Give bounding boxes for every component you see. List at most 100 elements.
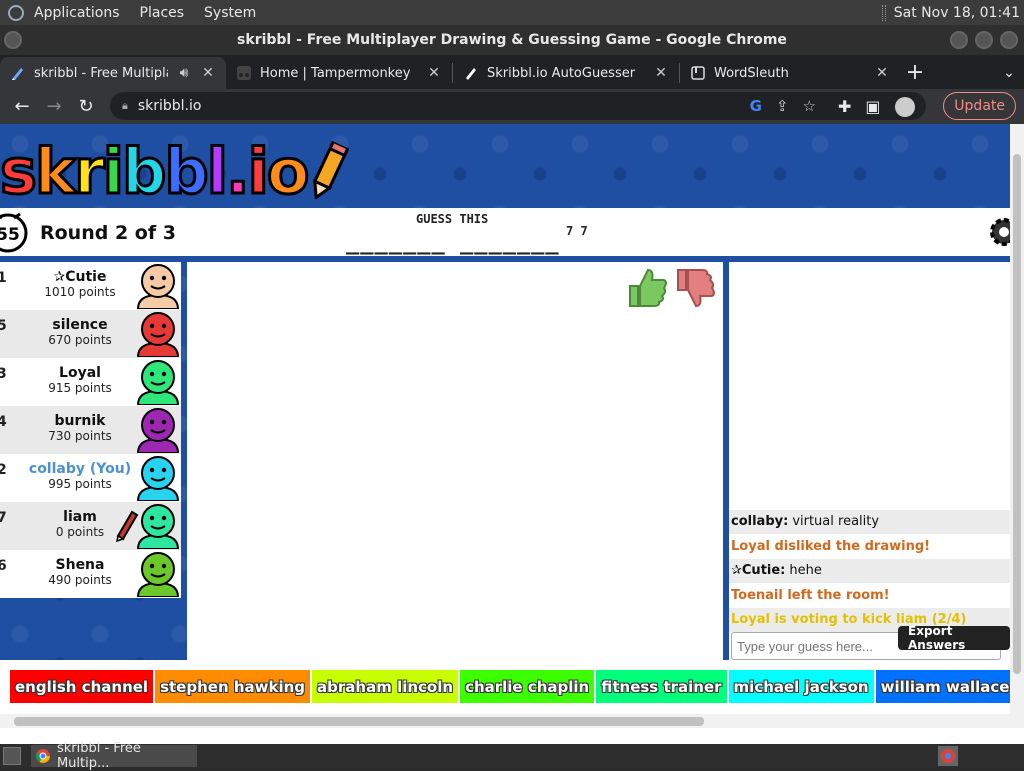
tab-search-button[interactable]: ⌄ xyxy=(994,65,1024,81)
os-top-panel: Applications Places System Sat Nov 18, 0… xyxy=(0,0,1024,25)
timer-clock-icon: 55 xyxy=(0,212,28,253)
menu-places[interactable]: Places xyxy=(138,5,187,21)
reload-button[interactable]: ↻ xyxy=(70,93,102,121)
player-avatar-icon xyxy=(136,408,180,453)
extensions-puzzle-icon[interactable]: ✚ xyxy=(838,97,851,116)
chat-message: Loyal disliked the drawing! xyxy=(729,534,1010,559)
bookmark-star-icon[interactable]: ☆ xyxy=(803,97,816,115)
chat-message: Toenail left the room! xyxy=(729,583,1010,608)
word-suggestion-button[interactable]: fitness trainer xyxy=(596,670,727,703)
os-logo-icon[interactable] xyxy=(8,4,24,21)
maximize-button[interactable] xyxy=(975,31,993,49)
tab-title: skribbl - Free Multiplayer Drawing xyxy=(34,65,168,81)
player-row[interactable]: 2 collaby (You) 995 points xyxy=(0,454,181,502)
window-title: skribbl - Free Multiplayer Drawing & Gue… xyxy=(237,32,787,48)
close-tab-icon[interactable]: ✕ xyxy=(653,65,669,81)
scroll-thumb[interactable] xyxy=(1013,154,1021,674)
scroll-thumb[interactable] xyxy=(14,717,704,726)
chat-system-text: Loyal disliked the drawing! xyxy=(731,538,931,554)
logo-letter: r xyxy=(73,134,107,210)
new-tab-button[interactable]: + xyxy=(900,60,930,85)
tab-autoguesser[interactable]: Skribbl.io AutoGuesser ✕ xyxy=(453,57,679,89)
thumbs-up-icon[interactable] xyxy=(626,266,668,310)
tab-skribbl[interactable]: skribbl - Free Multiplayer Drawing 🔊︎ ✕ xyxy=(0,57,226,89)
back-button[interactable]: ← xyxy=(6,93,38,121)
logo-letter: . xyxy=(225,134,251,210)
player-avatar-icon xyxy=(136,360,180,405)
chat-author: ✰Cutie: xyxy=(731,563,786,579)
chat-panel: collaby: virtual reality Loyal disliked th… xyxy=(729,262,1010,660)
close-window-button[interactable] xyxy=(1000,31,1018,49)
thumbs-down-icon[interactable] xyxy=(674,266,716,310)
player-row[interactable]: 3 Loyal 915 points xyxy=(0,358,181,406)
drawing-canvas[interactable] xyxy=(187,262,723,662)
player-row[interactable]: 4 burnik 730 points xyxy=(0,406,181,454)
logo-letter: i xyxy=(101,134,125,210)
tab-wordsleuth[interactable]: WordSleuth ✕ xyxy=(680,57,900,89)
forward-button[interactable]: → xyxy=(38,93,70,121)
tab-title: Skribbl.io AutoGuesser xyxy=(487,65,636,81)
tab-tampermonkey[interactable]: Home | Tampermonkey ✕ xyxy=(226,57,452,89)
player-row[interactable]: 5 silence 670 points xyxy=(0,310,181,358)
close-tab-icon[interactable]: ✕ xyxy=(426,65,442,81)
word-suggestion-button[interactable]: stephen hawking xyxy=(155,670,311,703)
player-row[interactable]: 1 ✰Cutie 1010 points xyxy=(0,262,181,310)
clock[interactable]: Sat Nov 18, 01:41 xyxy=(894,5,1020,21)
word-suggestion-button[interactable]: english channel xyxy=(10,670,154,703)
update-button[interactable]: Update xyxy=(943,92,1016,120)
vertical-scrollbar[interactable] xyxy=(1010,124,1024,714)
word-hint-blanks: _______ _______ xyxy=(346,230,560,255)
window-menu-button[interactable] xyxy=(4,31,22,49)
timer-value: 55 xyxy=(0,225,20,245)
settings-gear-icon[interactable] xyxy=(984,212,1010,252)
word-suggestion-button[interactable]: abraham lincoln xyxy=(312,670,459,703)
chrome-tray-icon[interactable] xyxy=(938,746,958,766)
profile-avatar-icon[interactable] xyxy=(894,96,915,117)
player-row[interactable]: 7 liam 0 points xyxy=(0,502,181,550)
close-tab-icon[interactable]: ✕ xyxy=(200,65,216,81)
word-suggestions: english channel stephen hawking abraham li… xyxy=(10,670,1010,703)
browser-toolbar: ← → ↻ 🔒︎ skribbl.io G ⇪ ☆ ✚ ▣ Update xyxy=(0,89,1024,124)
chat-system-text: Toenail left the room! xyxy=(731,587,890,603)
logo-letter: b xyxy=(120,134,167,210)
player-avatar-icon xyxy=(136,264,180,309)
minimize-button[interactable] xyxy=(950,31,968,49)
word-suggestion-bar: english channel stephen hawking abraham li… xyxy=(0,660,1010,714)
player-avatar-icon xyxy=(136,504,180,549)
panel-handle-icon xyxy=(881,4,886,21)
close-tab-icon[interactable]: ✕ xyxy=(874,65,890,81)
menu-applications[interactable]: Applications xyxy=(32,5,122,21)
window-titlebar[interactable]: skribbl - Free Multiplayer Drawing & Gue… xyxy=(0,25,1024,55)
player-avatar-icon xyxy=(136,312,180,357)
word-suggestion-button[interactable]: charlie chaplin xyxy=(460,670,595,703)
logo-letter: b xyxy=(163,134,210,210)
player-list: 1 ✰Cutie 1010 points 5 silence 670 points 3 Loy… xyxy=(0,262,181,598)
taskbar-chrome-window[interactable]: skribbl - Free Multip... xyxy=(31,741,197,771)
round-indicator: Round 2 of 3 xyxy=(40,222,176,244)
show-desktop-icon[interactable] xyxy=(3,747,21,765)
speaker-icon[interactable]: 🔊︎ xyxy=(176,65,192,81)
player-row[interactable]: 6 Shena 490 points xyxy=(0,550,181,598)
player-avatar-icon xyxy=(136,456,180,501)
lock-icon[interactable]: 🔒︎ xyxy=(122,99,128,113)
logo-letter: i xyxy=(246,134,270,210)
os-taskbar: skribbl - Free Multip... xyxy=(0,741,1024,771)
chat-message: ✰Cutie: hehe xyxy=(729,558,1010,583)
google-icon[interactable]: G xyxy=(750,97,762,115)
menu-system[interactable]: System xyxy=(202,5,258,21)
vote-buttons xyxy=(626,266,716,310)
taskbar-task-title: skribbl - Free Multip... xyxy=(56,741,141,771)
share-icon[interactable]: ⇪ xyxy=(776,97,789,115)
skribbl-logo: skribbl.io xyxy=(0,134,351,210)
horizontal-scrollbar[interactable] xyxy=(0,714,1024,728)
side-panel-icon[interactable]: ▣ xyxy=(865,97,880,116)
export-answers-button[interactable]: Export Answers xyxy=(898,624,1010,652)
word-suggestion-button[interactable]: william wallace xyxy=(875,670,1010,703)
logo-letter: l xyxy=(205,134,229,210)
address-bar[interactable]: 🔒︎ skribbl.io G ⇪ ☆ xyxy=(110,92,926,120)
logo-letter: s xyxy=(0,134,38,210)
tab-title: Home | Tampermonkey xyxy=(260,65,411,81)
chat-text: virtual reality xyxy=(792,514,880,530)
logo-letter: k xyxy=(33,134,77,210)
word-suggestion-button[interactable]: michael jackson xyxy=(728,670,874,703)
